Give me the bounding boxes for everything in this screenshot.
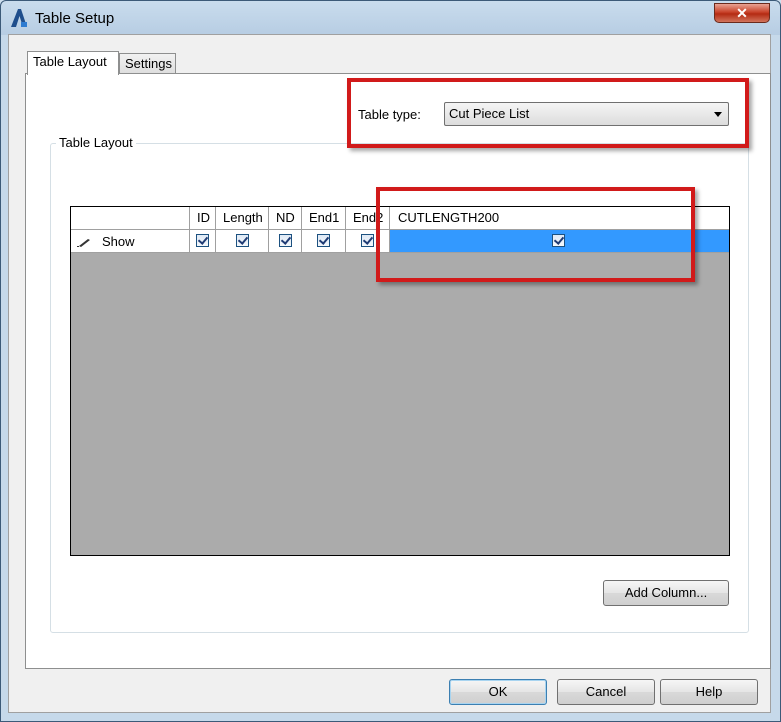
help-button[interactable]: Help	[660, 679, 758, 705]
column-header-id[interactable]: ID	[190, 207, 216, 230]
table-type-label: Table type:	[358, 107, 421, 122]
cell-show-length[interactable]	[216, 230, 269, 253]
column-header-end1-label: End1	[309, 210, 340, 225]
title-bar[interactable]: Table Setup ✕	[1, 1, 780, 35]
row-header-show[interactable]: Show	[71, 230, 190, 253]
grid-corner-header	[71, 207, 190, 230]
column-header-length[interactable]: Length	[216, 207, 269, 230]
show-cutlength200-checkbox[interactable]	[552, 234, 565, 247]
table-type-dropdown[interactable]: Cut Piece List	[444, 102, 729, 126]
pencil-icon	[77, 239, 90, 247]
window-title: Table Setup	[35, 10, 115, 27]
column-header-nd-label: ND	[276, 210, 295, 225]
show-nd-checkbox[interactable]	[279, 234, 292, 247]
column-header-length-label: Length	[223, 210, 263, 225]
chevron-down-icon	[714, 112, 722, 117]
column-header-cutlength200[interactable]: CUTLENGTH200	[390, 207, 729, 230]
close-button[interactable]: ✕	[714, 3, 770, 23]
cancel-button[interactable]: Cancel	[557, 679, 655, 705]
show-end2-checkbox[interactable]	[361, 234, 374, 247]
cell-show-cutlength200[interactable]	[390, 230, 729, 253]
tab-table-layout[interactable]: Table Layout	[27, 51, 119, 75]
column-header-end1[interactable]: End1	[302, 207, 346, 230]
column-header-end2-label: End2	[353, 210, 384, 225]
tab-settings-label: Settings	[125, 56, 172, 71]
tab-table-layout-label: Table Layout	[33, 54, 107, 69]
table-type-value: Cut Piece List	[449, 106, 530, 121]
column-header-nd[interactable]: ND	[269, 207, 302, 230]
show-end1-checkbox[interactable]	[317, 234, 330, 247]
table-layout-group-title: Table Layout	[56, 135, 136, 150]
column-header-id-label: ID	[197, 210, 210, 225]
cell-show-end2[interactable]	[346, 230, 390, 253]
cell-show-nd[interactable]	[269, 230, 302, 253]
autocad-app-icon	[11, 9, 27, 27]
cell-show-end1[interactable]	[302, 230, 346, 253]
row-label-show: Show	[102, 234, 135, 249]
column-header-end2[interactable]: End2	[346, 207, 390, 230]
add-column-button[interactable]: Add Column...	[603, 580, 729, 606]
ok-button[interactable]: OK	[449, 679, 547, 705]
cell-show-id[interactable]	[190, 230, 216, 253]
show-id-checkbox[interactable]	[196, 234, 209, 247]
columns-grid[interactable]: ID Length ND End1 End2 CUTLENGTH200 Show	[70, 206, 730, 556]
show-length-checkbox[interactable]	[236, 234, 249, 247]
column-header-cutlength200-label: CUTLENGTH200	[398, 210, 500, 225]
tab-settings[interactable]: Settings	[119, 53, 176, 75]
